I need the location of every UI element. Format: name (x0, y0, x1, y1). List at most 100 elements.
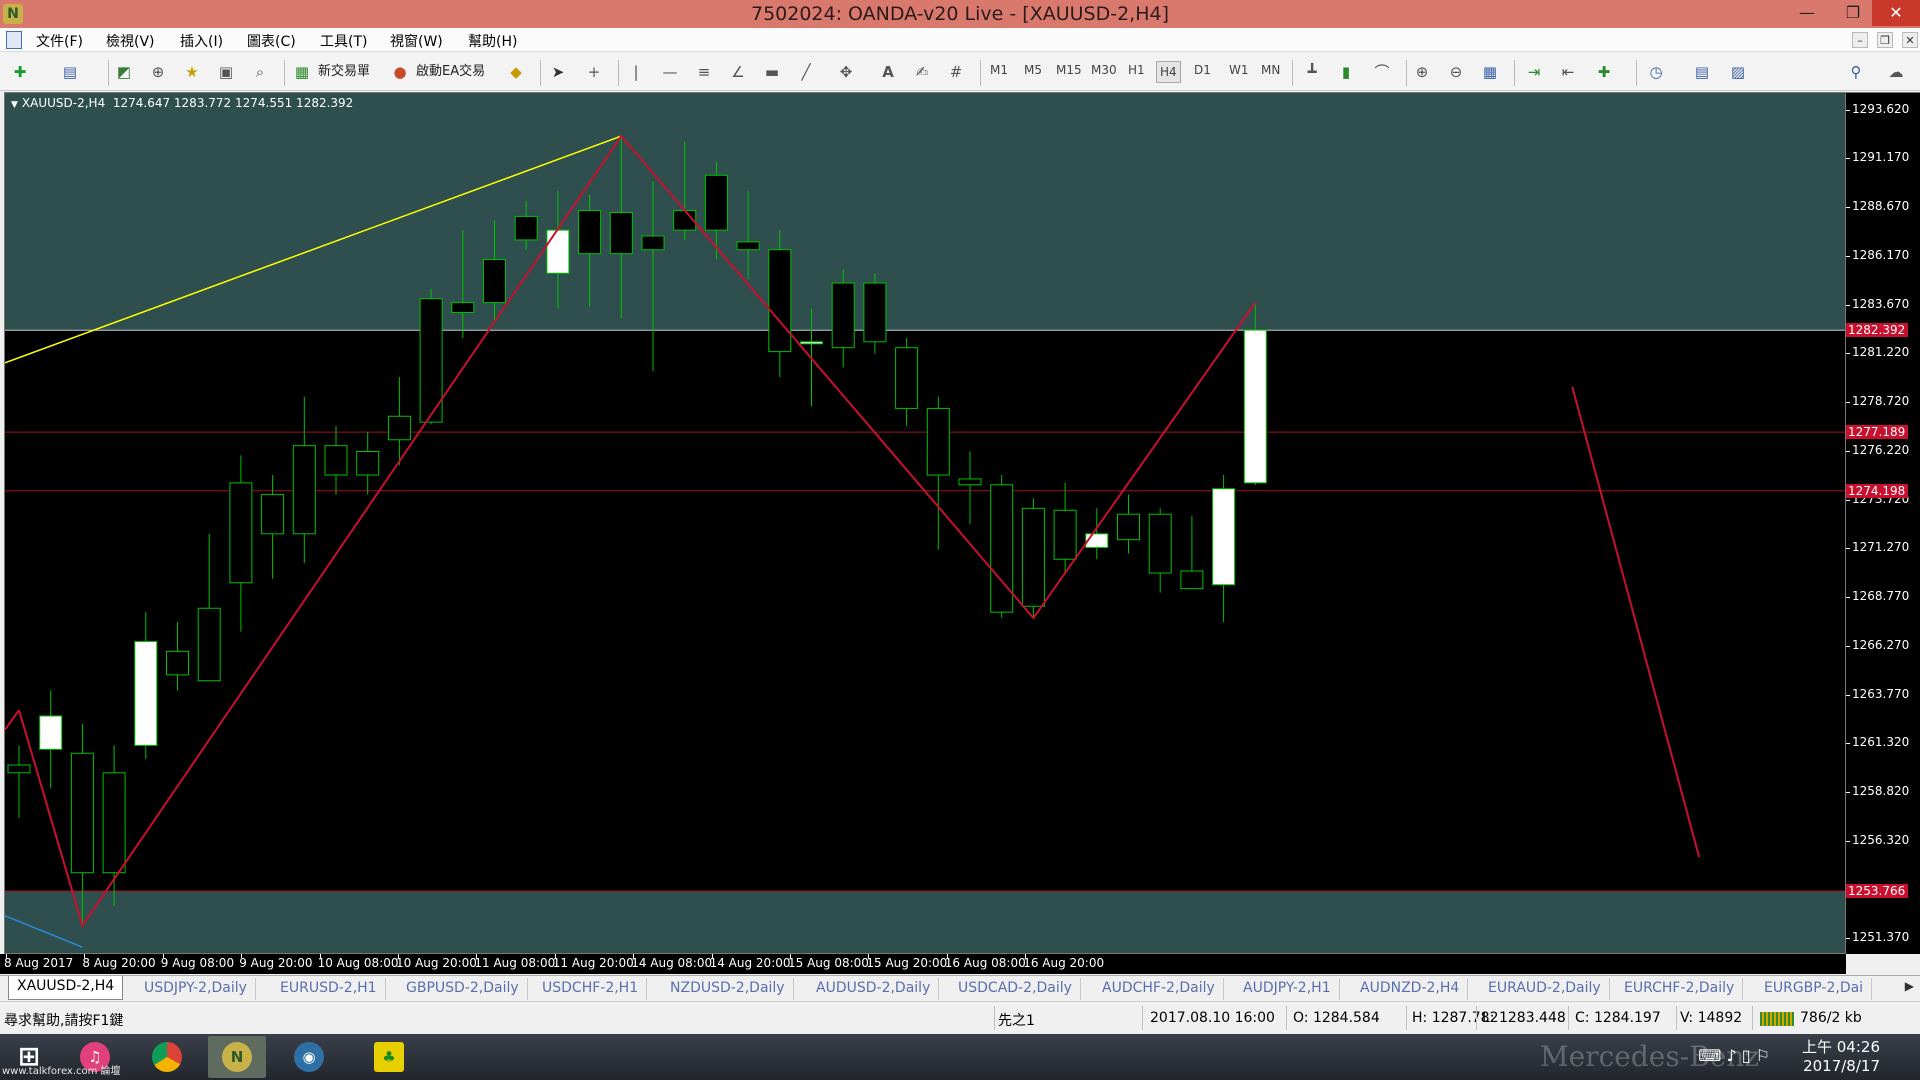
text-icon[interactable]: A (878, 62, 898, 82)
menu-charts[interactable]: 圖表(C) (247, 31, 296, 51)
crosshair-icon[interactable]: + (584, 62, 604, 82)
menu-file[interactable]: 文件(F) (36, 31, 83, 51)
menu-help[interactable]: 幫助(H) (468, 31, 517, 51)
chart-tab[interactable]: EURCHF-2,Daily (1616, 978, 1744, 1000)
expert-advisors-button[interactable]: 啟動EA交易 (416, 61, 485, 83)
chart-tab[interactable]: EURGBP-2,Dai (1756, 978, 1873, 1000)
chart-tab[interactable]: EURUSD-2,H1 (272, 978, 386, 1000)
menu-view[interactable]: 檢視(V) (106, 31, 155, 51)
chat-icon[interactable]: ☁ (1886, 62, 1906, 82)
taskbar-chrome[interactable] (138, 1036, 196, 1078)
menu-insert[interactable]: 插入(I) (180, 31, 223, 51)
chart-tab[interactable]: USDJPY-2,Daily (136, 978, 256, 1000)
new-order-button[interactable]: 新交易單 (318, 61, 370, 83)
cursor-icon[interactable]: ➤ (548, 62, 568, 82)
mdi-minimize-icon[interactable]: – (1852, 32, 1868, 48)
close-button[interactable]: ✕ (1872, 0, 1920, 26)
price-chart-plot[interactable] (5, 93, 1846, 954)
candle-body (7, 764, 31, 774)
time-label: 10 Aug 20:00 (396, 956, 477, 970)
vertical-line-icon[interactable]: | (626, 62, 646, 82)
timeframe-m15[interactable]: M15 (1056, 63, 1082, 77)
zigzag-line-start (5, 709, 20, 731)
candle-body (451, 302, 475, 313)
timeframe-mn[interactable]: MN (1261, 63, 1280, 77)
taskbar-owl-app[interactable]: ◉ (280, 1036, 338, 1078)
chart-ohlc-text: XAUUSD-2,H4 1274.647 1283.772 1274.551 1… (21, 96, 354, 110)
zoom-in-icon[interactable]: ⊕ (1412, 62, 1432, 82)
label-icon[interactable]: ✍ (912, 62, 932, 82)
timeframe-d1[interactable]: D1 (1194, 63, 1211, 77)
system-tray[interactable]: ⌨ ♪ ▯ ⚐ (1698, 1046, 1770, 1065)
templates-icon[interactable]: ▤ (1692, 62, 1712, 82)
price-label: 1261.320 (1852, 735, 1910, 750)
connection-bars-icon (1760, 1012, 1794, 1026)
restore-button[interactable]: ❐ (1836, 0, 1870, 26)
menu-window[interactable]: 視窗(W) (390, 31, 443, 51)
status-volume: V: 14892 (1680, 1010, 1743, 1026)
chart-shift-icon[interactable]: ⇤ (1558, 62, 1578, 82)
timeframe-h4[interactable]: H4 (1156, 61, 1181, 83)
shapes-icon[interactable]: ✥ (836, 62, 856, 82)
data-window-icon[interactable]: ⊕ (148, 62, 168, 82)
market-watch-icon[interactable]: ◩ (114, 62, 134, 82)
menu-bar: 文件(F) 檢視(V) 插入(I) 圖表(C) 工具(T) 視窗(W) 幫助(H… (0, 28, 1920, 52)
tabs-scroll-right-icon[interactable]: ▶ (1905, 979, 1914, 993)
chart-tab[interactable]: AUDUSD-2,Daily (808, 978, 940, 1000)
periods-icon[interactable]: ◷ (1646, 62, 1666, 82)
chart-properties-icon[interactable]: ▨ (1728, 62, 1748, 82)
chart-tab[interactable]: AUDNZD-2,H4 (1352, 978, 1469, 1000)
timeframe-w1[interactable]: W1 (1229, 63, 1249, 77)
navigator-icon[interactable]: ★ (182, 62, 202, 82)
autoscroll-icon[interactable]: ⇥ (1524, 62, 1544, 82)
chart-tab[interactable]: GBPUSD-2,Daily (398, 978, 528, 1000)
candle-body (831, 282, 855, 349)
candle-body (261, 494, 285, 535)
taskbar-tree-app[interactable]: ♣ (360, 1036, 418, 1078)
indicators-icon[interactable]: ✚ (1594, 62, 1614, 82)
time-label: 15 Aug 08:00 (788, 956, 869, 970)
chart-window[interactable]: ▼ XAUUSD-2,H4 1274.647 1283.772 1274.551 … (4, 92, 1846, 954)
new-chart-icon[interactable]: ✚ (10, 62, 30, 82)
terminal-icon[interactable]: ▣ (216, 62, 236, 82)
timeframe-h1[interactable]: H1 (1128, 63, 1145, 77)
timeframe-m5[interactable]: M5 (1024, 63, 1042, 77)
chart-tab[interactable]: AUDJPY-2,H1 (1235, 978, 1340, 1000)
chart-tab[interactable]: AUDCHF-2,Daily (1094, 978, 1224, 1000)
line-chart-icon[interactable]: ⌒ (1372, 62, 1392, 82)
clock[interactable]: 上午 04:26 2017/8/17 (1802, 1038, 1880, 1076)
mdi-close-icon[interactable]: ✕ (1902, 32, 1918, 48)
grid-tool-icon[interactable]: # (946, 62, 966, 82)
chart-tab[interactable]: XAUUSD-2,H4 (8, 976, 124, 1000)
bar-chart-icon[interactable]: ┻ (1302, 62, 1322, 82)
fibonacci-icon[interactable]: ∠ (728, 62, 748, 82)
tester-icon[interactable]: ⌕ (250, 62, 270, 82)
new-order-icon[interactable]: ▦ (292, 62, 312, 82)
candle-body (166, 650, 189, 676)
tile-windows-icon[interactable]: ▦ (1480, 62, 1500, 82)
menu-tools[interactable]: 工具(T) (320, 31, 367, 51)
collapse-arrow-icon[interactable]: ▼ (11, 100, 18, 110)
profiles-icon[interactable]: ▤ (60, 62, 80, 82)
chart-tab[interactable]: NZDUSD-2,Daily (662, 978, 794, 1000)
channel-icon[interactable]: ≡ (694, 62, 714, 82)
candlestick-chart-icon[interactable]: ▮ (1336, 62, 1356, 82)
price-zone-1 (5, 891, 1845, 953)
chart-tab[interactable]: USDCAD-2,Daily (950, 978, 1081, 1000)
trendline-icon[interactable]: ╱ (796, 62, 816, 82)
chart-tab[interactable]: USDCHF-2,H1 (534, 978, 648, 1000)
timeframe-m30[interactable]: M30 (1091, 63, 1117, 77)
zoom-out-icon[interactable]: ⊖ (1446, 62, 1466, 82)
document-icon (6, 31, 22, 49)
mdi-restore-icon[interactable]: ❐ (1877, 32, 1893, 48)
pencil-icon[interactable]: ◆ (506, 62, 526, 82)
chart-tab[interactable]: EURAUD-2,Daily (1480, 978, 1610, 1000)
timeframe-m1[interactable]: M1 (990, 63, 1008, 77)
candle-body (958, 478, 982, 486)
expert-advisors-icon[interactable]: ● (390, 62, 410, 82)
rectangle-icon[interactable]: ▬ (762, 62, 782, 82)
minimize-button[interactable]: — (1790, 0, 1824, 26)
search-icon[interactable]: ⚲ (1846, 62, 1866, 82)
horizontal-line-icon[interactable]: — (660, 62, 680, 82)
taskbar-trading-app[interactable]: N (208, 1036, 266, 1078)
